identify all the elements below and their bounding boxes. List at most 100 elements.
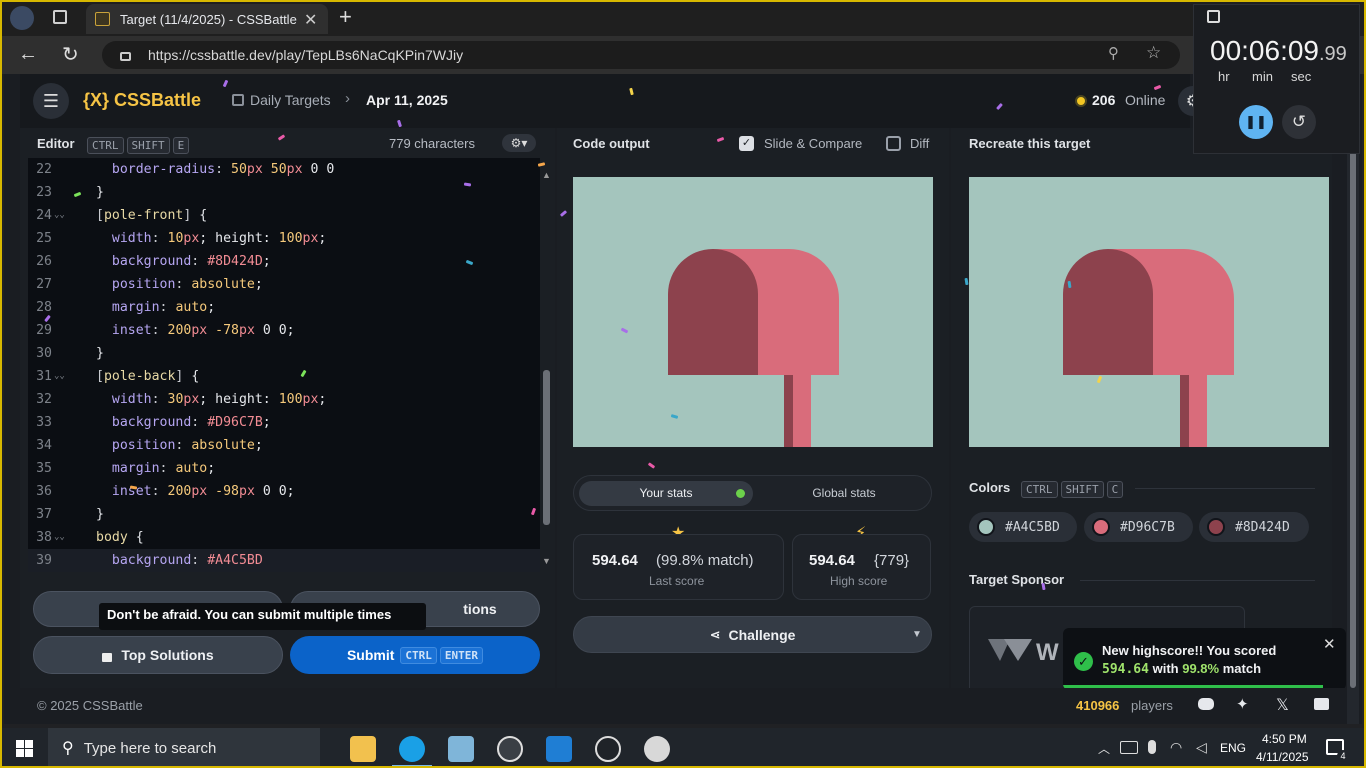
taskbar-search[interactable]: ⚲ Type here to search (48, 728, 320, 768)
favorite-star-icon[interactable]: ☆ (1146, 43, 1161, 63)
code-line[interactable]: 29 inset: 200px -78px 0 0; (28, 319, 540, 342)
sponsor-logo-icon: W (988, 639, 1059, 663)
code-line[interactable]: 37} (28, 503, 540, 526)
scroll-up-icon[interactable]: ▲ (542, 170, 551, 180)
reset-button[interactable]: ↺ (1282, 105, 1316, 139)
tray-language[interactable]: ENG (1220, 741, 1246, 755)
code-line[interactable]: 38 ⌄⌄ body { (28, 526, 540, 549)
code-line[interactable]: 22 border-radius: 50px 50px 0 0 (28, 158, 540, 181)
tray-wifi-icon[interactable]: ◠ (1170, 739, 1182, 756)
scroll-down-icon[interactable]: ▼ (542, 556, 551, 566)
discord-icon[interactable] (1198, 698, 1214, 710)
editor-title: Editor (37, 136, 75, 151)
mail-icon[interactable] (1314, 698, 1329, 710)
page-scroll-thumb[interactable] (1350, 148, 1356, 688)
tray-date[interactable]: 4/11/2025 (1256, 750, 1309, 764)
code-line[interactable]: 31 ⌄⌄ [pole-back] { (28, 365, 540, 388)
line-number: 37 (36, 507, 52, 522)
page-scrollbar[interactable] (1347, 128, 1359, 724)
expand-icon[interactable] (1207, 10, 1220, 23)
windows-start-icon[interactable] (16, 740, 33, 757)
search-icon: ⚲ (62, 740, 74, 757)
chatgpt-icon[interactable] (497, 736, 523, 762)
challenge-button[interactable]: ⋖ Challenge ▼ (573, 616, 932, 653)
color-swatch-1[interactable]: #A4C5BD (969, 512, 1077, 542)
editor-shortcut: CTRL SHIFT E (84, 136, 190, 154)
code-text: width: 10px; height: 100px; (111, 231, 327, 246)
char-count: 779 characters (389, 136, 475, 151)
tab-your-stats[interactable]: Your stats (579, 481, 753, 506)
code-line[interactable]: 39 background: #A4C5BD (28, 549, 540, 572)
top-solutions-button[interactable]: Top Solutions (33, 636, 283, 674)
color-swatch-3[interactable]: #8D424D (1199, 512, 1309, 542)
code-line[interactable]: 24 ⌄⌄ [pole-front] { (28, 204, 540, 227)
code-line[interactable]: 32 width: 30px; height: 100px; (28, 388, 540, 411)
logo[interactable]: {X} CSSBattle (83, 90, 201, 111)
target-pole-front (1180, 375, 1189, 447)
vscode-icon[interactable] (546, 736, 572, 762)
code-line[interactable]: 36 inset: 200px -98px 0 0; (28, 480, 540, 503)
lock-icon (120, 52, 131, 61)
slide-compare-checkbox[interactable]: ✓ (739, 136, 754, 151)
code-output-render[interactable] (573, 177, 933, 447)
tray-battery-icon[interactable] (1120, 741, 1138, 754)
tray-time[interactable]: 4:50 PM (1262, 732, 1307, 746)
code-line[interactable]: 33 background: #D96C7B; (28, 411, 540, 434)
tray-chevron-up-icon[interactable]: ︿ (1098, 740, 1110, 757)
code-line[interactable]: 34 position: absolute; (28, 434, 540, 457)
code-text: background: #8D424D; (111, 254, 271, 269)
code-line[interactable]: 35 margin: auto; (28, 457, 540, 480)
fold-chevron-icon[interactable]: ⌄⌄ (54, 365, 65, 388)
address-bar[interactable]: https://cssbattle.dev/play/TepLBs6NaCqKP… (102, 41, 1180, 69)
close-tab-icon[interactable]: ✕ (304, 10, 317, 30)
code-line[interactable]: 25 width: 10px; height: 100px; (28, 227, 540, 250)
profile-avatar[interactable] (10, 6, 34, 30)
last-score-match: (99.8% match) (656, 552, 754, 569)
clock-app-icon[interactable] (644, 736, 670, 762)
breadcrumb-daily-targets[interactable]: Daily Targets (250, 92, 331, 108)
menu-button[interactable]: ☰ (33, 83, 69, 119)
zoom-icon[interactable]: ⚲ (1108, 44, 1119, 62)
toast-with: with (1152, 661, 1179, 676)
tray-volume-icon[interactable]: ◁ (1196, 739, 1207, 756)
diff-checkbox[interactable] (886, 136, 901, 151)
pause-button[interactable]: ❚❚ (1239, 105, 1273, 139)
line-number: 31 (36, 369, 52, 384)
new-tab-icon[interactable]: + (339, 4, 352, 30)
browser-tab[interactable]: Target (11/4/2025) - CSSBattle ✕ (86, 4, 328, 34)
diff-label[interactable]: Diff (910, 136, 929, 151)
file-explorer-icon[interactable] (350, 736, 376, 762)
timer-unit-sec: sec (1291, 69, 1312, 84)
timer-main: 00:06:09 (1210, 35, 1319, 66)
submit-button[interactable]: Submit CTRL ENTER (290, 636, 540, 674)
editor-settings-button[interactable]: ⚙▾ (502, 134, 536, 152)
lock-icon (102, 652, 113, 662)
code-line[interactable]: 26 background: #8D424D; (28, 250, 540, 273)
bluesky-icon[interactable]: ✦ (1236, 695, 1249, 713)
notes-app-icon[interactable] (448, 736, 474, 762)
code-text: } (96, 185, 104, 200)
tab-global-stats[interactable]: Global stats (757, 481, 931, 506)
code-line[interactable]: 27 position: absolute; (28, 273, 540, 296)
toast-close-icon[interactable]: ✕ (1323, 635, 1336, 653)
tab-actions-icon[interactable] (53, 10, 67, 24)
color-code: #A4C5BD (1005, 519, 1060, 535)
timer-unit-min: min (1252, 69, 1273, 84)
fold-chevron-icon[interactable]: ⌄⌄ (54, 526, 65, 549)
code-text: background: #A4C5BD (111, 553, 263, 568)
code-editor[interactable]: 22 border-radius: 50px 50px 0 0 23} 24 ⌄⌄ [p… (28, 158, 540, 572)
code-line[interactable]: 30} (28, 342, 540, 365)
scroll-thumb[interactable] (543, 370, 550, 525)
x-twitter-icon[interactable]: 𝕏 (1276, 695, 1289, 715)
high-score-chars: {779} (874, 552, 910, 569)
refresh-icon[interactable]: ↻ (62, 42, 79, 67)
editor-scrollbar[interactable]: ▲ ▼ (541, 170, 551, 570)
edge-browser-icon[interactable] (399, 736, 425, 762)
code-line[interactable]: 28 margin: auto; (28, 296, 540, 319)
slide-compare-label[interactable]: Slide & Compare (764, 136, 862, 151)
recorder-icon[interactable] (595, 736, 621, 762)
back-icon[interactable]: ← (18, 43, 38, 66)
color-swatch-2[interactable]: #D96C7B (1084, 512, 1193, 542)
fold-chevron-icon[interactable]: ⌄⌄ (54, 204, 65, 227)
tray-mic-icon[interactable] (1148, 740, 1156, 754)
